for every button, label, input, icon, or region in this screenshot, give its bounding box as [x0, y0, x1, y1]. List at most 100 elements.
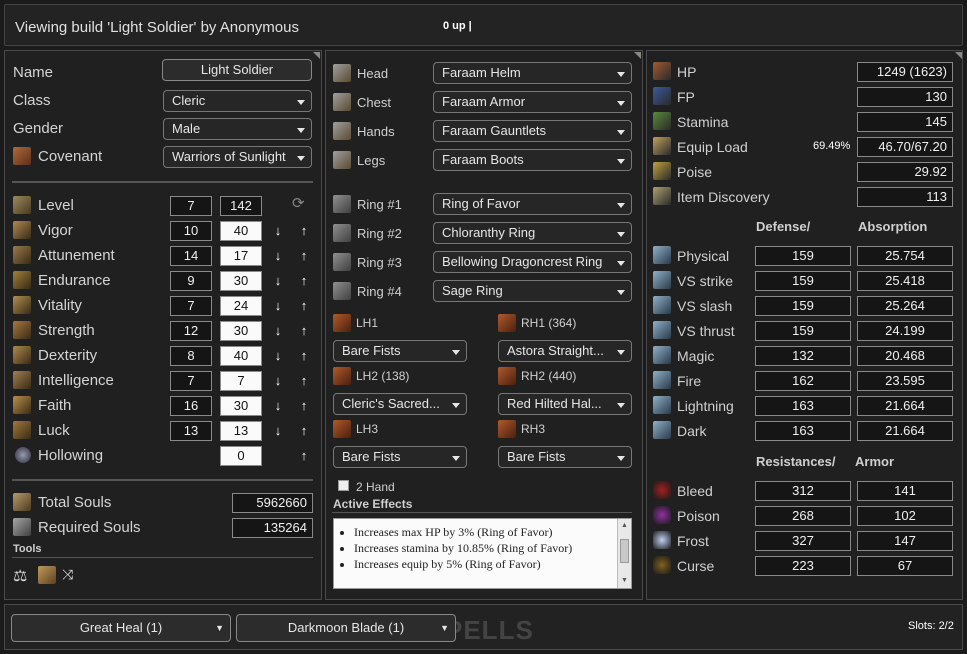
vitality-value[interactable]: 24: [220, 296, 262, 316]
lh3-label: LH3: [356, 422, 379, 436]
lightning-defense: 163: [755, 396, 851, 416]
hollowing-value[interactable]: 0: [220, 446, 262, 466]
active-effects-list[interactable]: Increases max HP by 3% (Ring of Favor)In…: [333, 518, 632, 589]
dexterity-value[interactable]: 40: [220, 346, 262, 366]
attunement-increase-button[interactable]: ↑: [298, 248, 310, 263]
shuffle-icon[interactable]: ⤨: [62, 566, 73, 583]
armor-optimizer-icon[interactable]: [38, 566, 56, 584]
rh1-icon: [498, 314, 516, 332]
strength-decrease-button[interactable]: ↓: [272, 323, 284, 338]
legs-select[interactable]: Faraam Boots: [433, 149, 632, 171]
vitality-decrease-button[interactable]: ↓: [272, 298, 284, 313]
vs-strike-icon: [653, 271, 671, 289]
resize-corner-icon: [313, 52, 320, 59]
physical-absorption: 25.754: [857, 246, 953, 266]
attunement-decrease-button[interactable]: ↓: [272, 248, 284, 263]
hollowing-icon: [15, 447, 31, 463]
vigor-increase-button[interactable]: ↑: [298, 223, 310, 238]
ring-2-select[interactable]: Chloranthy Ring: [433, 222, 632, 244]
hollowing-increase-button[interactable]: ↑: [298, 448, 310, 463]
chest-select[interactable]: Faraam Armor: [433, 91, 632, 113]
faith-decrease-button[interactable]: ↓: [272, 398, 284, 413]
endurance-increase-button[interactable]: ↑: [298, 273, 310, 288]
intelligence-decrease-button[interactable]: ↓: [272, 373, 284, 388]
scroll-up-icon[interactable]: ▲: [621, 522, 628, 529]
intelligence-value[interactable]: 7: [220, 371, 262, 391]
poison-icon: [653, 506, 671, 524]
attunement-value[interactable]: 17: [220, 246, 262, 266]
fp-label: FP: [677, 89, 695, 105]
poise-label: Poise: [677, 164, 713, 180]
dexterity-icon: [13, 346, 31, 364]
vigor-value[interactable]: 40: [220, 221, 262, 241]
rh1-select[interactable]: Astora Straight...: [498, 340, 632, 362]
scroll-down-icon[interactable]: ▼: [621, 577, 628, 584]
vs-slash-icon: [653, 296, 671, 314]
hands-armor-icon: [333, 122, 351, 140]
class-select[interactable]: Cleric: [163, 90, 312, 112]
strength-value[interactable]: 30: [220, 321, 262, 341]
dexterity-base: 8: [170, 346, 212, 366]
bleed-icon: [653, 481, 671, 499]
lh1-label: LH1: [356, 316, 379, 330]
name-button[interactable]: Light Soldier: [162, 59, 312, 81]
dexterity-decrease-button[interactable]: ↓: [272, 348, 284, 363]
hands-select[interactable]: Faraam Gauntlets: [433, 120, 632, 142]
curse-icon: [653, 556, 671, 574]
physical-icon: [653, 246, 671, 264]
strength-icon: [13, 321, 31, 339]
gender-select[interactable]: Male: [163, 118, 312, 140]
ring-1-select[interactable]: Ring of Favor: [433, 193, 632, 215]
faith-increase-button[interactable]: ↑: [298, 398, 310, 413]
faith-value[interactable]: 30: [220, 396, 262, 416]
endurance-decrease-button[interactable]: ↓: [272, 273, 284, 288]
spell-slot-1[interactable]: Great Heal (1) ▼: [11, 614, 231, 642]
intelligence-increase-button[interactable]: ↑: [298, 373, 310, 388]
vs-thrust-icon: [653, 321, 671, 339]
lh3-select[interactable]: Bare Fists: [333, 446, 467, 468]
rh2-select[interactable]: Red Hilted Hal...: [498, 393, 632, 415]
luck-icon: [13, 421, 31, 439]
item-discovery-value: 113: [857, 187, 953, 207]
vitality-label: Vitality: [38, 297, 82, 314]
scale-icon[interactable]: ⚖: [13, 566, 27, 586]
equip-load-value: 46.70/67.20: [857, 137, 953, 157]
hands-label: Hands: [357, 124, 395, 139]
rh3-icon: [498, 420, 516, 438]
two-hand-checkbox[interactable]: [338, 480, 349, 491]
absorption-header: Absorption: [858, 219, 928, 234]
scroll-thumb[interactable]: [620, 539, 629, 563]
dexterity-increase-button[interactable]: ↑: [298, 348, 310, 363]
lh2-select[interactable]: Cleric's Sacred...: [333, 393, 467, 415]
rh3-select[interactable]: Bare Fists: [498, 446, 632, 468]
ring-3-select[interactable]: Bellowing Dragoncrest Ring: [433, 251, 632, 273]
effects-scrollbar[interactable]: ▲ ▼: [617, 519, 631, 588]
luck-increase-button[interactable]: ↑: [298, 423, 310, 438]
vs-slash-label: VS slash: [677, 298, 733, 314]
vigor-decrease-button[interactable]: ↓: [272, 223, 284, 238]
intelligence-label: Intelligence: [38, 372, 114, 389]
defense-header: Defense/: [756, 219, 811, 234]
refresh-icon[interactable]: ⟳: [292, 194, 305, 212]
effect-item: Increases max HP by 3% (Ring of Favor): [354, 524, 616, 540]
vigor-icon: [13, 221, 31, 239]
luck-value[interactable]: 13: [220, 421, 262, 441]
stamina-label: Stamina: [677, 114, 729, 130]
lh1-select[interactable]: Bare Fists: [333, 340, 467, 362]
luck-decrease-button[interactable]: ↓: [272, 423, 284, 438]
total-souls-value: 5962660: [232, 493, 313, 513]
endurance-value[interactable]: 30: [220, 271, 262, 291]
vitality-increase-button[interactable]: ↑: [298, 298, 310, 313]
ring-4-select[interactable]: Sage Ring: [433, 280, 632, 302]
level-label: Level: [38, 197, 74, 214]
active-effects-label: Active Effects: [333, 497, 413, 511]
head-select[interactable]: Faraam Helm: [433, 62, 632, 84]
spell-slot-2[interactable]: Darkmoon Blade (1) ▼: [236, 614, 456, 642]
vs-thrust-label: VS thrust: [677, 323, 735, 339]
covenant-select[interactable]: Warriors of Sunlight: [163, 146, 312, 168]
bleed-armor: 141: [857, 481, 953, 501]
magic-icon: [653, 346, 671, 364]
faith-label: Faith: [38, 397, 72, 414]
strength-increase-button[interactable]: ↑: [298, 323, 310, 338]
resistances-header: Resistances/: [756, 454, 836, 469]
